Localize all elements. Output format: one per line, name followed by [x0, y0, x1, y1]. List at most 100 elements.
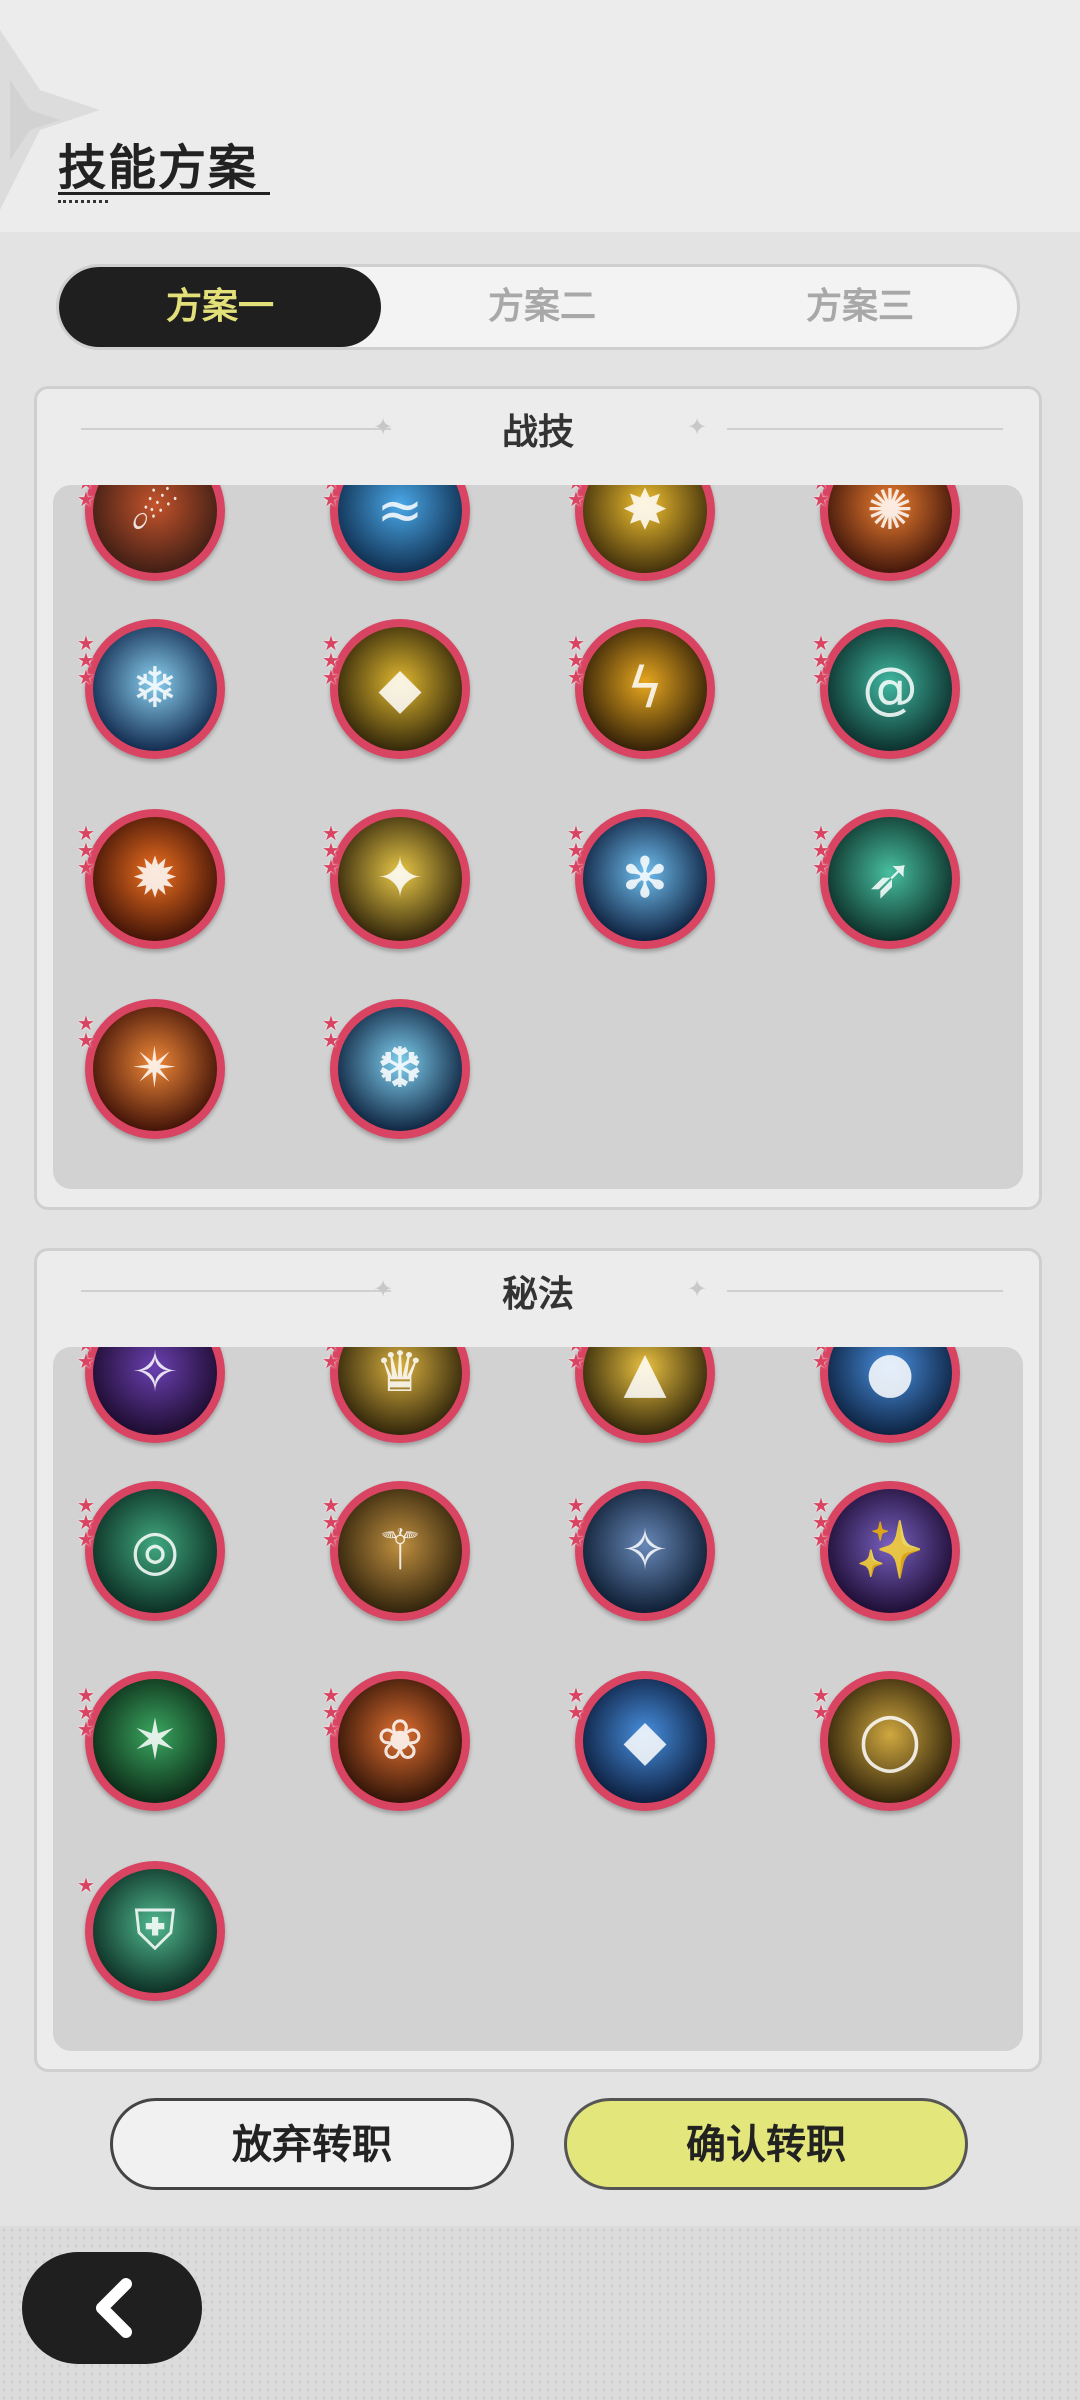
fire-burst-skill-icon[interactable]: ✺ ★★★: [812, 485, 960, 581]
starlight-skill-icon[interactable]: ✦ ★ ★ ★: [322, 809, 470, 949]
fire-spirit-art-icon[interactable]: ❀ ★ ★ ★: [322, 1671, 470, 1811]
skill-glyph-icon: ✧: [131, 1347, 179, 1405]
skill-art: ●: [828, 1347, 952, 1435]
skill-glyph-icon: ◆: [378, 656, 422, 721]
star-rating: ★★★: [567, 1347, 587, 1373]
meteor-skill-icon[interactable]: ☄ ★★★: [77, 485, 225, 581]
star-icon: ★: [322, 1349, 340, 1373]
back-button[interactable]: [22, 2252, 202, 2364]
golden-staff-art-icon[interactable]: ⚚ ★ ★ ★: [322, 1481, 470, 1621]
star-icon: ★: [567, 487, 585, 511]
skill-glyph-icon: ❀: [376, 1708, 424, 1773]
flame-skill-icon[interactable]: ✹ ★ ★ ★: [77, 809, 225, 949]
skill-glyph-icon: ✹: [131, 846, 179, 911]
battle-skills-panel: ✦ 战技 ✦ ☄★★★≈★★★✸★★★✺★★★❄★★★◆★★★ϟ★★★@★★★✹…: [34, 386, 1042, 1210]
star-rating: ★★★: [77, 1495, 97, 1549]
wind-blade-skill-icon[interactable]: ➶ ★ ★ ★: [812, 809, 960, 949]
star-rating: ★★★: [322, 633, 342, 689]
skill-art: ✺: [828, 485, 952, 573]
star-icon: ★: [77, 665, 95, 689]
wind-vortex-skill-icon[interactable]: @ ★ ★ ★: [812, 619, 960, 759]
sparkle-icon: ✦: [687, 413, 708, 441]
star-icon: ★: [322, 665, 340, 689]
star-icon: ★: [812, 1349, 830, 1373]
skill-glyph-icon: ✦: [376, 846, 424, 911]
star-rating: ★★★: [322, 1347, 342, 1373]
skill-art: ✨: [828, 1489, 952, 1613]
skill-glyph-icon: ◯: [858, 1708, 922, 1773]
crystal-orb-art-icon[interactable]: ✧ ★ ★ ★: [567, 1481, 715, 1621]
star-icon: ★: [812, 1700, 830, 1724]
wind-chain-art-icon[interactable]: ◎ ★ ★ ★: [77, 1481, 225, 1621]
golden-lantern-art-icon[interactable]: ♛ ★★★: [322, 1347, 470, 1443]
divider-right: [727, 428, 1003, 430]
thunder-strike-skill-icon[interactable]: ϟ ★ ★ ★: [567, 619, 715, 759]
star-rating: ★★★: [812, 823, 832, 877]
arcane-potion-art-icon[interactable]: ✧ ★★★: [77, 1347, 225, 1443]
back-arrow-icon: [96, 2278, 132, 2338]
star-icon: ★: [812, 665, 830, 689]
lightning-burst-skill-icon[interactable]: ✸ ★★★: [567, 485, 715, 581]
golden-ring-art-icon[interactable]: ◯ ★ ★: [812, 1671, 960, 1811]
star-icon: ★: [77, 1028, 95, 1052]
star-rating: ★★★: [812, 1495, 832, 1549]
star-icon: ★: [322, 855, 340, 879]
star-icon: ★: [77, 855, 95, 879]
star-icon: ★: [567, 1700, 585, 1724]
golden-crystal-skill-icon[interactable]: ◆ ★ ★ ★: [322, 619, 470, 759]
star-icon: ★: [812, 487, 830, 511]
star-icon: ★: [567, 855, 585, 879]
star-icon: ★: [77, 487, 95, 511]
star-icon: ★: [322, 487, 340, 511]
star-icon: ★: [77, 1873, 95, 1897]
skill-art: ϟ: [583, 627, 707, 751]
skill-glyph-icon: ◎: [130, 1518, 180, 1583]
skill-glyph-icon: ●: [865, 1347, 915, 1405]
skill-art: ✴: [93, 1007, 217, 1131]
skill-art: ✶: [93, 1679, 217, 1803]
skill-glyph-icon: ⛨: [134, 1898, 176, 1963]
star-rating: ★★★: [77, 633, 97, 689]
secret-arts-panel: ✦ 秘法 ✦ ✧★★★♛★★★▲★★★●★★★◎★★★⚚★★★✧★★★✨★★★✶…: [34, 1248, 1042, 2072]
skill-art: @: [828, 627, 952, 751]
skill-glyph-icon: ☄: [129, 485, 181, 543]
confirm-job-change-button[interactable]: 确认转职: [564, 2098, 968, 2190]
secret-arts-grid: ✧★★★♛★★★▲★★★●★★★◎★★★⚚★★★✧★★★✨★★★✶★★★❀★★★…: [53, 1347, 1023, 2051]
frost-flower-skill-icon[interactable]: ✻ ★ ★ ★: [567, 809, 715, 949]
magic-portal-art-icon[interactable]: ✨ ★ ★ ★: [812, 1481, 960, 1621]
green-shield-art-icon[interactable]: ⛨ ★: [77, 1861, 225, 2001]
star-rating: ★: [77, 1873, 97, 1897]
golden-wings-art-icon[interactable]: ▲ ★★★: [567, 1347, 715, 1443]
star-rating: ★★★: [812, 633, 832, 689]
skill-glyph-icon: ▲: [623, 1347, 667, 1405]
blue-gem-art-icon[interactable]: ◆ ★ ★: [567, 1671, 715, 1811]
skill-glyph-icon: ◆: [623, 1708, 667, 1773]
skill-art: ⛨: [93, 1869, 217, 1993]
skill-art: ➶: [828, 817, 952, 941]
star-rating: ★ ★: [322, 1013, 342, 1050]
tab-plan-3[interactable]: 方案三: [703, 267, 1017, 347]
star-rating: ★ ★: [77, 1013, 97, 1052]
title-underline: [58, 192, 270, 195]
skill-art: ✦: [338, 817, 462, 941]
fire-spiral-skill-icon[interactable]: ✴ ★ ★: [77, 999, 225, 1139]
star-rating: ★★★: [77, 485, 97, 511]
star-icon: ★: [567, 665, 585, 689]
tab-plan-1[interactable]: 方案一: [59, 267, 381, 347]
star-rating: ★★★: [567, 1495, 587, 1549]
skill-art: ❄: [93, 627, 217, 751]
ice-crystal-skill-icon[interactable]: ❆ ★ ★: [322, 999, 470, 1139]
skill-glyph-icon: ➶: [866, 846, 914, 911]
water-drop-art-icon[interactable]: ● ★★★: [812, 1347, 960, 1443]
green-claw-art-icon[interactable]: ✶ ★ ★ ★: [77, 1671, 225, 1811]
skill-glyph-icon: ✧: [621, 1518, 669, 1583]
water-splash-skill-icon[interactable]: ≈ ★★★: [322, 485, 470, 581]
ice-shatter-skill-icon[interactable]: ❄ ★ ★ ★: [77, 619, 225, 759]
abandon-job-change-button[interactable]: 放弃转职: [110, 2098, 514, 2190]
skill-glyph-icon: ✺: [866, 485, 914, 543]
header-bar: 技能方案: [0, 0, 1080, 232]
skill-art: ◆: [338, 627, 462, 751]
star-rating: ★★★: [322, 485, 342, 511]
star-icon: ★: [567, 1349, 585, 1373]
tab-plan-2[interactable]: 方案二: [381, 267, 703, 347]
